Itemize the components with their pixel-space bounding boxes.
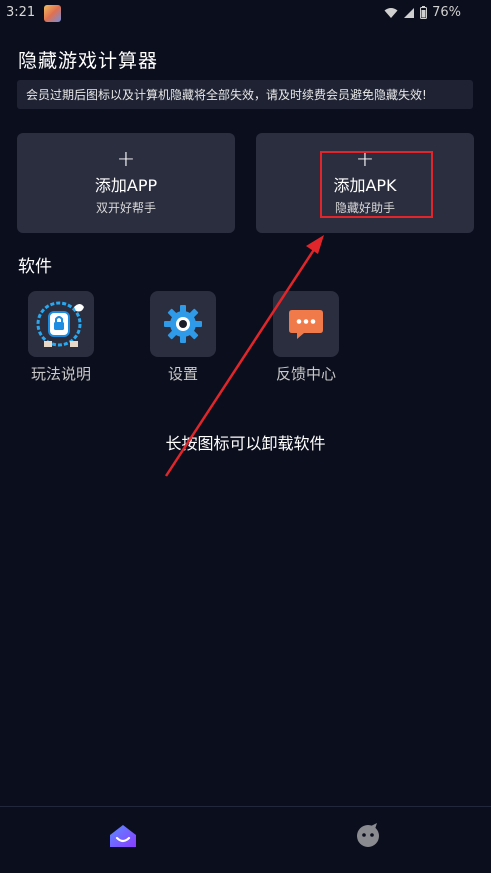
notice-text: 会员过期后图标以及计算机隐藏将全部失效，请及时续费会员避免隐藏失效!: [26, 88, 427, 102]
guide-icon: [28, 291, 94, 357]
nav-profile-tab[interactable]: [352, 819, 384, 851]
uninstall-hint: 长按图标可以卸载软件: [165, 434, 326, 453]
status-indicators: 76%: [384, 5, 461, 20]
highlight-box: [320, 151, 433, 218]
app-label-guide: 玩法说明: [30, 365, 91, 383]
add-app-subtitle: 双开好帮手: [95, 201, 156, 215]
bottom-nav: [0, 806, 491, 873]
section-title: 软件: [18, 257, 52, 277]
app-tile-feedback[interactable]: 反馈中心: [261, 291, 351, 386]
profile-icon: [357, 823, 379, 847]
chat-bubble-icon: [273, 291, 339, 357]
notification-app-icon: [44, 5, 61, 22]
status-bar: 3:21 76%: [0, 0, 491, 28]
app-label-feedback: 反馈中心: [275, 365, 336, 383]
status-time: 3:21: [6, 5, 36, 20]
nav-home-tab[interactable]: [105, 821, 141, 851]
gear-icon: [150, 291, 216, 357]
page-title: 隐藏游戏计算器: [18, 50, 159, 72]
app-tile-settings[interactable]: 设置: [138, 291, 228, 386]
home-icon: [110, 825, 136, 847]
add-app-title: 添加APP: [94, 176, 158, 195]
battery-icon: [420, 6, 428, 19]
app-tile-guide[interactable]: 玩法说明: [16, 291, 106, 386]
plus-icon: +: [116, 147, 136, 172]
wifi-icon: [384, 7, 398, 18]
notice-bar: 会员过期后图标以及计算机隐藏将全部失效，请及时续费会员避免隐藏失效!: [17, 80, 473, 109]
signal-icon: [404, 7, 415, 18]
add-app-button[interactable]: + 添加APP 双开好帮手: [17, 133, 235, 233]
app-label-settings: 设置: [167, 365, 198, 383]
battery-percent: 76%: [432, 5, 461, 20]
screen: 3:21 76% 隐藏游戏计算器 会员过期后图标以及计算机隐藏将全部失效，请及时…: [0, 0, 491, 873]
